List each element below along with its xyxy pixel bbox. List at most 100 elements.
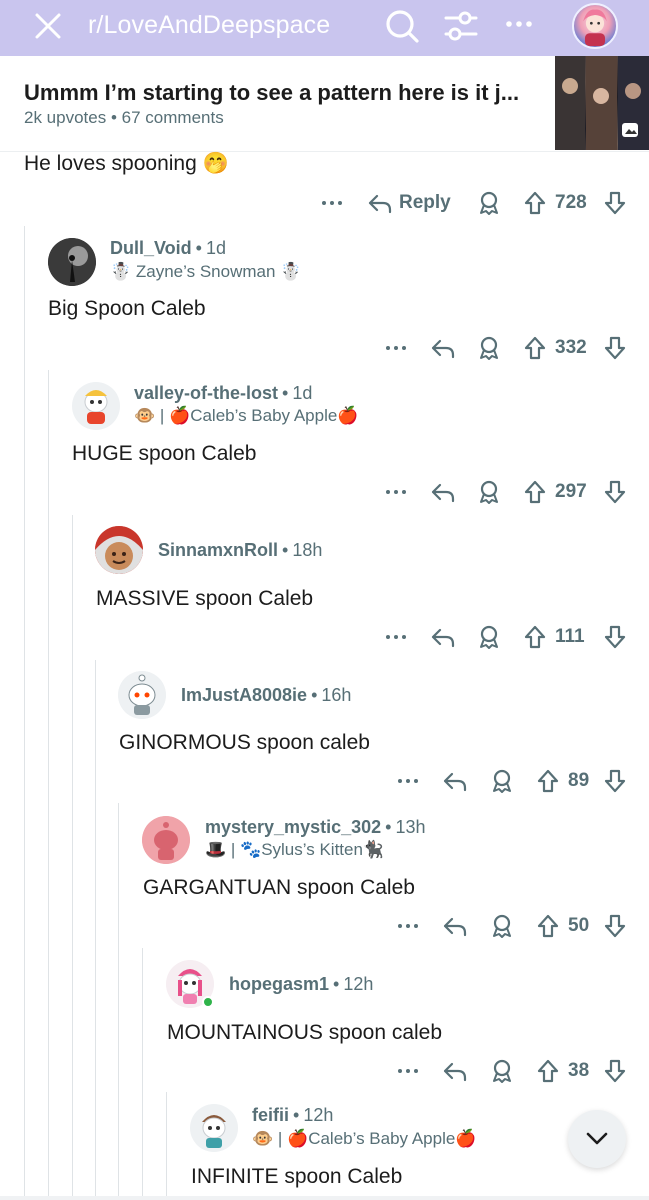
reply-icon[interactable] <box>430 624 456 650</box>
downvote-icon[interactable] <box>603 913 627 939</box>
more-icon[interactable] <box>384 479 408 503</box>
chevron-down-icon <box>586 1132 608 1145</box>
collapse-thread-button[interactable] <box>568 1110 626 1168</box>
avatar[interactable] <box>142 816 190 864</box>
thread-rail[interactable] <box>72 515 73 1200</box>
subreddit-name[interactable]: r/LoveAndDeepspace <box>88 11 330 40</box>
user-flair: ☃️ Zayne’s Snowman ☃️ <box>110 262 302 281</box>
avatar[interactable] <box>118 671 166 719</box>
comment-author[interactable]: valley-of-the-lost <box>134 383 278 403</box>
post-summary[interactable]: Ummm I’m starting to see a pattern here … <box>0 56 649 152</box>
reply-icon[interactable] <box>442 913 468 939</box>
reply-button[interactable]: Reply <box>399 192 451 214</box>
upvote-icon[interactable] <box>523 190 547 216</box>
award-icon[interactable] <box>476 190 502 216</box>
more-icon[interactable] <box>503 12 535 36</box>
comment-author[interactable]: mystery_mystic_302 <box>205 817 381 837</box>
comment-age: 13h <box>395 817 426 837</box>
comment-author[interactable]: hopegasm1 <box>229 974 329 994</box>
post-title[interactable]: Ummm I’m starting to see a pattern here … <box>24 80 534 106</box>
reply-icon[interactable] <box>367 190 393 216</box>
comment-age: 1d <box>292 383 313 403</box>
comment-actions: 38 <box>396 1058 640 1086</box>
filter-icon[interactable] <box>443 8 479 44</box>
online-status-dot <box>202 996 214 1008</box>
more-icon[interactable] <box>396 768 420 792</box>
thread-rail[interactable] <box>95 660 96 1200</box>
comment-age: 16h <box>321 685 352 705</box>
downvote-icon[interactable] <box>603 768 627 794</box>
comment-author[interactable]: feifii <box>252 1105 289 1125</box>
comment-meta: hopegasm1 • 12h <box>229 974 373 995</box>
upvote-icon[interactable] <box>536 1058 560 1084</box>
close-icon[interactable] <box>32 10 64 42</box>
downvote-icon[interactable] <box>603 335 627 361</box>
separator-dot: • <box>282 540 289 560</box>
award-icon[interactable] <box>476 624 502 650</box>
comment-age: 1d <box>205 238 227 258</box>
comment-text: MOUNTAINOUS spoon caleb <box>167 1021 443 1044</box>
gallery-icon <box>622 123 638 137</box>
award-icon[interactable] <box>476 335 502 361</box>
upvote-icon[interactable] <box>536 768 560 794</box>
reply-icon[interactable] <box>442 1058 468 1084</box>
upvote-icon[interactable] <box>523 335 547 361</box>
score: 297 <box>555 481 587 502</box>
comment-text: GINORMOUS spoon caleb <box>119 731 370 754</box>
comment-actions: 111 <box>384 624 640 652</box>
user-flair: 🎩 | 🐾Sylus’s Kitten🐈‍⬛ <box>205 840 385 859</box>
comment-text: HUGE spoon Caleb <box>72 442 257 465</box>
user-avatar[interactable] <box>572 3 618 49</box>
award-icon[interactable] <box>489 1058 515 1084</box>
separator-dot: • <box>333 974 340 994</box>
user-flair: 🐵 | 🍎Caleb’s Baby Apple🍎 <box>252 1129 477 1148</box>
comment-actions: Reply 728 <box>320 190 630 218</box>
downvote-icon[interactable] <box>603 190 627 216</box>
upvote-icon[interactable] <box>523 479 547 505</box>
more-icon[interactable] <box>396 1058 420 1082</box>
thread-rail[interactable] <box>24 226 25 1200</box>
bottom-edge <box>0 1196 649 1200</box>
downvote-icon[interactable] <box>603 479 627 505</box>
more-icon[interactable] <box>384 335 408 359</box>
downvote-icon[interactable] <box>603 1058 627 1084</box>
score: 89 <box>568 770 590 791</box>
comment-meta: Dull_Void • 1d <box>110 238 226 259</box>
thread-rail[interactable] <box>142 948 143 1200</box>
thread-rail[interactable] <box>166 1092 167 1200</box>
avatar[interactable] <box>48 238 96 286</box>
separator-dot: • <box>293 1105 300 1125</box>
comment-count: 67 comments <box>121 108 224 127</box>
more-icon[interactable] <box>320 190 344 214</box>
reply-icon[interactable] <box>430 335 456 361</box>
award-icon[interactable] <box>476 479 502 505</box>
comment-age: 12h <box>343 974 374 994</box>
avatar[interactable] <box>95 526 143 574</box>
award-icon[interactable] <box>489 913 515 939</box>
comment-text: He loves spooning 🤭 <box>24 152 229 175</box>
award-icon[interactable] <box>489 768 515 794</box>
comment-author[interactable]: SinnamxnRoll <box>158 540 278 560</box>
post-stats: 2k upvotes • 67 comments <box>24 108 224 128</box>
comment-text: GARGANTUAN spoon Caleb <box>143 876 415 899</box>
thread-rail[interactable] <box>48 370 49 1200</box>
downvote-icon[interactable] <box>603 624 627 650</box>
post-thumbnail[interactable] <box>555 56 649 150</box>
more-icon[interactable] <box>396 913 420 937</box>
reply-icon[interactable] <box>430 479 456 505</box>
avatar[interactable] <box>190 1104 238 1152</box>
thread-rail[interactable] <box>118 803 119 1200</box>
upvote-icon[interactable] <box>536 913 560 939</box>
avatar[interactable] <box>72 382 120 430</box>
more-icon[interactable] <box>384 624 408 648</box>
search-icon[interactable] <box>383 7 421 45</box>
comment-age: 18h <box>292 540 323 560</box>
user-flair: 🐵 | 🍎Caleb’s Baby Apple🍎 <box>134 406 359 425</box>
comment-author[interactable]: Dull_Void <box>110 238 192 258</box>
comment-author[interactable]: ImJustA8008ie <box>181 685 307 705</box>
upvote-icon[interactable] <box>523 624 547 650</box>
comment-age: 12h <box>303 1105 334 1125</box>
reply-icon[interactable] <box>442 768 468 794</box>
separator-dot: • <box>110 108 122 127</box>
comment-actions: 332 <box>384 335 640 363</box>
